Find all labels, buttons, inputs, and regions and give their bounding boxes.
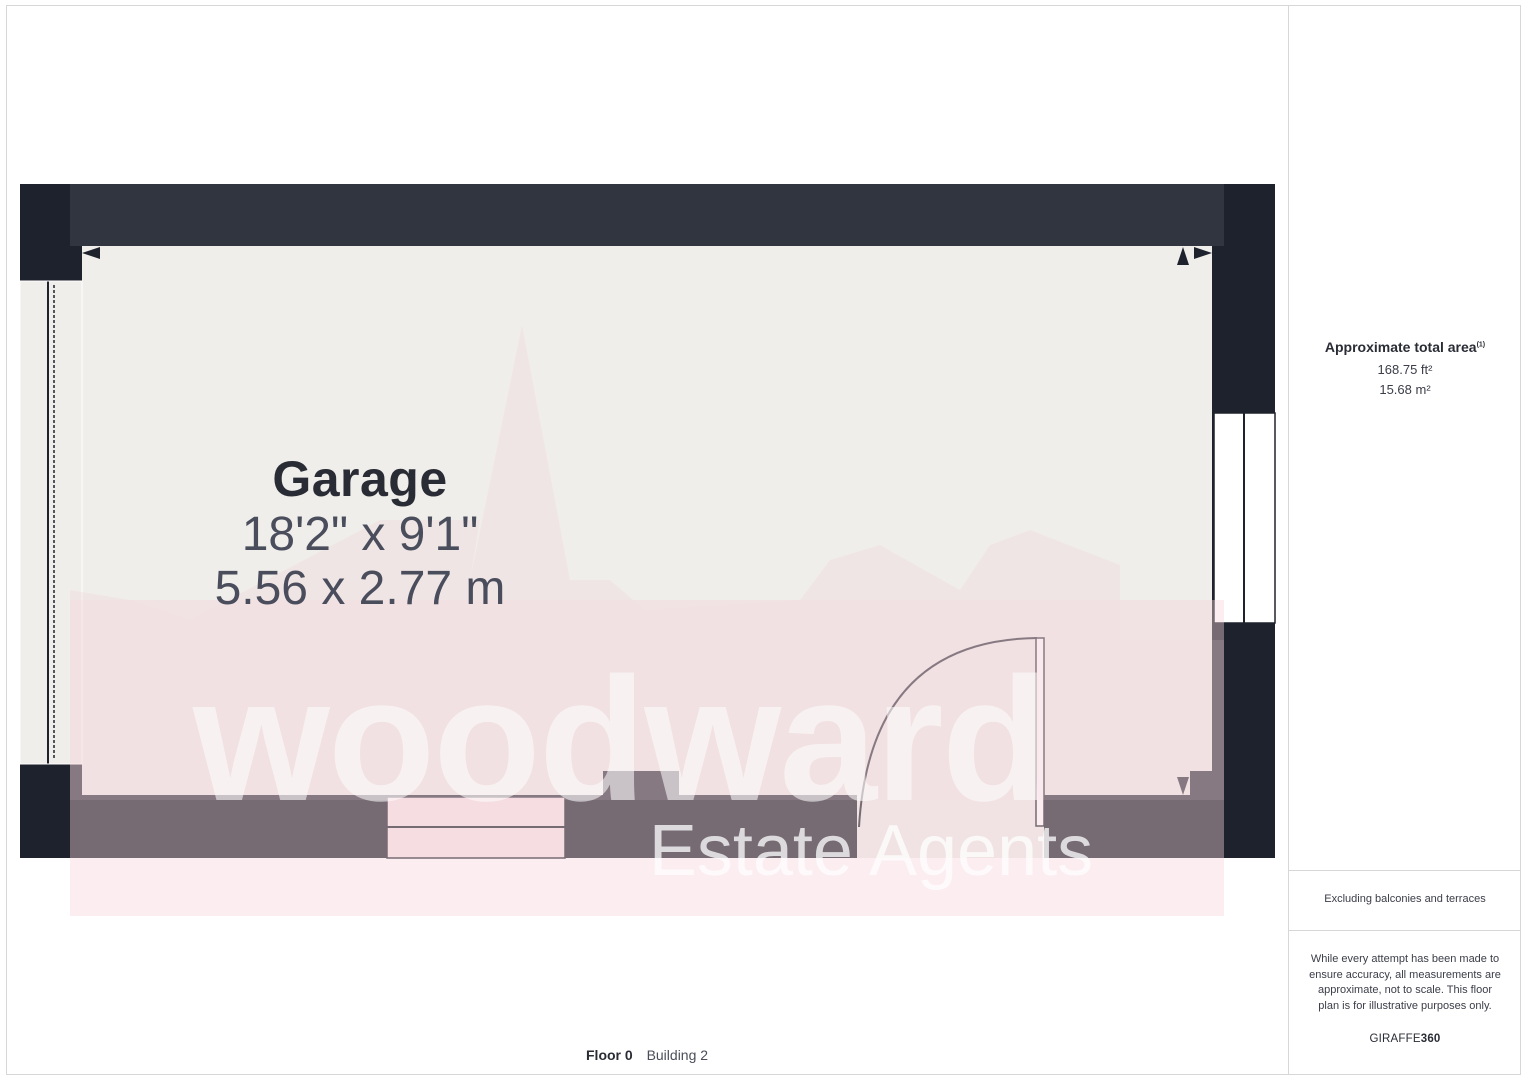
footnote-mark: (1) [1476, 341, 1486, 349]
room-dim-imperial: 18'2" x 9'1" [241, 508, 479, 561]
brand-bold: 360 [1420, 1033, 1441, 1045]
room-label: Garage 18'2" x 9'1" 5.56 x 2.77 m [160, 450, 560, 616]
total-area: Approximate total area(1) 168.75 ft² 15.… [1289, 339, 1521, 397]
area-ft: 168.75 ft² [1377, 362, 1433, 377]
disclaimer: While every attempt has been made to ens… [1309, 953, 1501, 1012]
side-panel: Approximate total area(1) 168.75 ft² 15.… [1288, 5, 1521, 1075]
brand-light: GIRAFFE [1369, 1033, 1421, 1045]
divider [1289, 870, 1521, 871]
wall-top-band [70, 184, 1224, 246]
total-area-title: Approximate total area(1) [1289, 339, 1521, 355]
room-dim-metric: 5.56 x 2.77 m [214, 562, 506, 615]
floor-name: Floor 0 [586, 1047, 633, 1063]
total-area-title-text: Approximate total area [1324, 339, 1477, 355]
area-m: 15.68 m² [1379, 382, 1431, 397]
room-name: Garage [272, 451, 448, 507]
brand-logo: GIRAFFE360 [1289, 1033, 1521, 1045]
exclusion-note: Excluding balconies and terraces [1324, 893, 1486, 905]
divider [1289, 930, 1521, 931]
watermark-line2: Estate Agents [649, 811, 1093, 891]
watermark-line1: woodward [192, 642, 1047, 838]
building-name: Building 2 [646, 1047, 709, 1063]
floor-label: Floor 0 Building 2 [586, 1047, 708, 1063]
